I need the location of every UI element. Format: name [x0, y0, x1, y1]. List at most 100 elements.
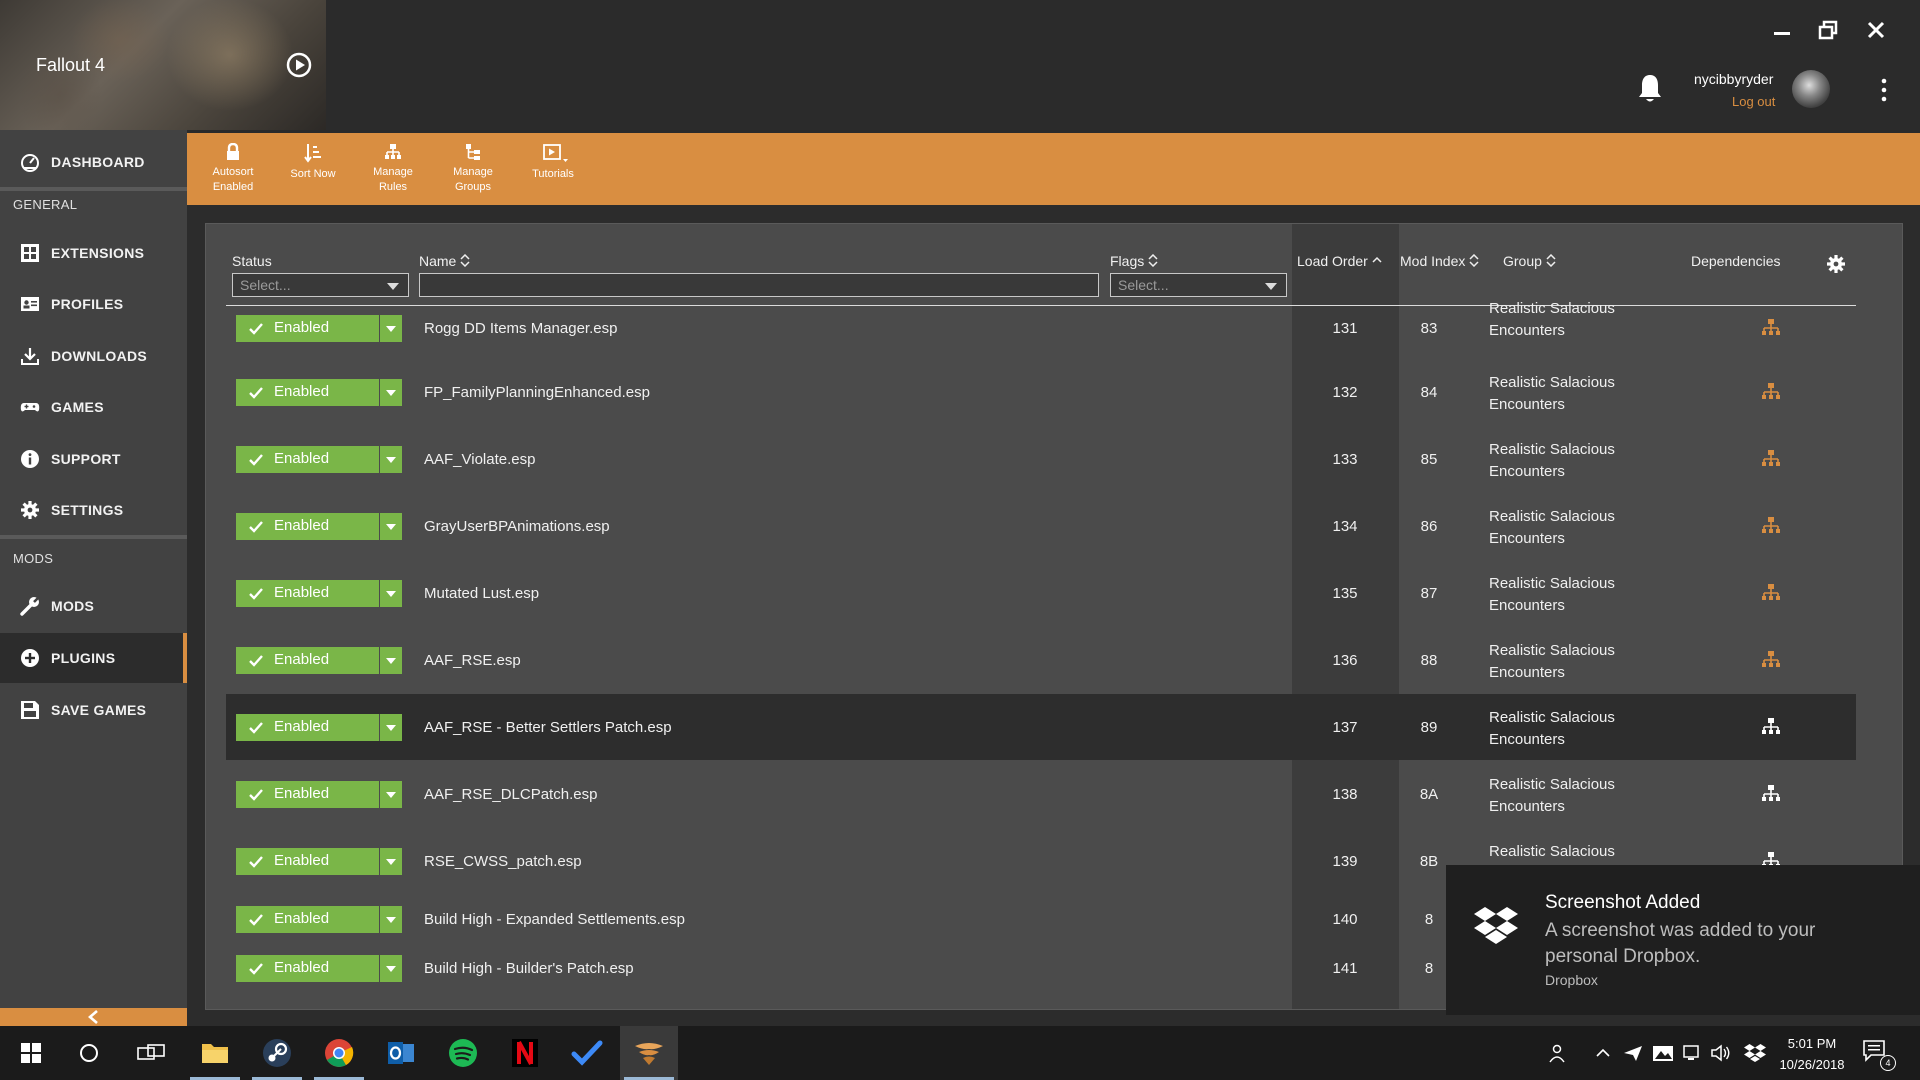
taskbar-file-explorer[interactable]	[186, 1026, 244, 1080]
start-button[interactable]	[2, 1026, 60, 1080]
col-name[interactable]: Name	[419, 253, 470, 269]
nav-mods[interactable]: MODS	[0, 581, 187, 631]
avatar[interactable]	[1792, 70, 1830, 108]
dropbox-notification[interactable]: Screenshot Added A screenshot was added …	[1446, 865, 1920, 1015]
network-icon[interactable]	[1682, 1043, 1704, 1063]
plugin-group[interactable]: Realistic Salacious Encounters	[1489, 439, 1639, 483]
name-filter-input[interactable]	[419, 273, 1099, 297]
photo-app-icon[interactable]	[1652, 1043, 1674, 1063]
nav-extensions[interactable]: EXTENSIONS	[0, 228, 187, 278]
plugin-group[interactable]: Realistic Salacious Encounters	[1489, 573, 1639, 617]
dependencies-icon[interactable]	[1761, 717, 1781, 737]
sort-now-button[interactable]: Sort Now	[277, 139, 349, 182]
status-toggle-main[interactable]: Enabled	[236, 379, 379, 406]
cortana-button[interactable]	[60, 1026, 118, 1080]
status-toggle-main[interactable]: Enabled	[236, 714, 379, 741]
table-row[interactable]: Enabled AAF_RSE.esp 136 88 Realistic Salacio…	[226, 627, 1856, 693]
dependencies-icon[interactable]	[1761, 318, 1781, 338]
minimize-icon[interactable]	[1768, 16, 1796, 44]
status-toggle-main[interactable]: Enabled	[236, 315, 379, 342]
people-icon[interactable]	[1548, 1043, 1570, 1063]
status-toggle-main[interactable]: Enabled	[236, 513, 379, 540]
task-view-button[interactable]	[122, 1026, 180, 1080]
status-filter-select[interactable]: Select...	[232, 273, 409, 297]
status-toggle-main[interactable]: Enabled	[236, 955, 379, 982]
dependencies-icon[interactable]	[1761, 382, 1781, 402]
taskbar-steam[interactable]	[248, 1026, 306, 1080]
taskbar-spotify[interactable]	[434, 1026, 492, 1080]
manage-groups-button[interactable]: Manage Groups	[437, 139, 509, 195]
table-row[interactable]: Enabled GrayUserBPAnimations.esp 134 86 Real…	[226, 493, 1856, 559]
col-flags[interactable]: Flags	[1110, 253, 1158, 269]
taskbar-netflix[interactable]	[496, 1026, 554, 1080]
status-toggle[interactable]: Enabled	[236, 446, 402, 473]
col-load-order[interactable]: Load Order	[1297, 253, 1382, 269]
table-row[interactable]: Enabled AAF_RSE - Better Settlers Patch.e…	[226, 694, 1856, 760]
status-toggle[interactable]: Enabled	[236, 315, 402, 342]
volume-icon[interactable]	[1710, 1043, 1732, 1063]
chevron-up-icon[interactable]	[1592, 1043, 1614, 1063]
table-row[interactable]: Enabled AAF_Violate.esp 133 85 Realistic Sal…	[226, 426, 1856, 492]
sidebar-collapse-button[interactable]	[0, 1008, 187, 1026]
bell-icon[interactable]	[1636, 72, 1664, 104]
status-dropdown-chevron-down-icon[interactable]	[379, 513, 402, 540]
status-dropdown-chevron-down-icon[interactable]	[379, 781, 402, 808]
status-toggle-main[interactable]: Enabled	[236, 446, 379, 473]
status-toggle[interactable]: Enabled	[236, 714, 402, 741]
play-icon[interactable]	[286, 52, 312, 78]
manage-rules-button[interactable]: Manage Rules	[357, 139, 429, 195]
logout-link[interactable]: Log out	[1732, 94, 1775, 109]
table-settings-icon[interactable]	[1826, 254, 1846, 274]
airplane-icon[interactable]	[1622, 1043, 1644, 1063]
nav-support[interactable]: SUPPORT	[0, 434, 187, 484]
autosort-button[interactable]: Autosort Enabled	[197, 139, 269, 195]
flags-filter-select[interactable]: Select...	[1110, 273, 1287, 297]
status-toggle[interactable]: Enabled	[236, 781, 402, 808]
status-toggle[interactable]: Enabled	[236, 580, 402, 607]
action-center-button[interactable]: 4	[1862, 1039, 1898, 1071]
table-row[interactable]: Enabled Mutated Lust.esp 135 87 Realistic Sa…	[226, 560, 1856, 626]
restore-icon[interactable]	[1815, 16, 1843, 44]
status-toggle[interactable]: Enabled	[236, 848, 402, 875]
col-mod-index[interactable]: Mod Index	[1400, 253, 1479, 269]
status-dropdown-chevron-down-icon[interactable]	[379, 714, 402, 741]
dependencies-icon[interactable]	[1761, 784, 1781, 804]
status-dropdown-chevron-down-icon[interactable]	[379, 315, 402, 342]
status-dropdown-chevron-down-icon[interactable]	[379, 848, 402, 875]
plugin-group[interactable]: Realistic Salacious Encounters	[1489, 506, 1639, 550]
dependencies-icon[interactable]	[1761, 516, 1781, 536]
plugin-group[interactable]: Realistic Salacious Encounters	[1489, 298, 1639, 342]
status-dropdown-chevron-down-icon[interactable]	[379, 647, 402, 674]
taskbar-outlook[interactable]	[372, 1026, 430, 1080]
table-row[interactable]: Enabled AAF_RSE_DLCPatch.esp 138 8A Realisti…	[226, 761, 1856, 827]
nav-settings[interactable]: SETTINGS	[0, 485, 187, 535]
plugin-group[interactable]: Realistic Salacious Encounters	[1489, 707, 1639, 751]
plugin-group[interactable]: Realistic Salacious Encounters	[1489, 774, 1639, 818]
status-dropdown-chevron-down-icon[interactable]	[379, 906, 402, 933]
nav-plugins[interactable]: PLUGINS	[0, 633, 187, 683]
status-toggle-main[interactable]: Enabled	[236, 906, 379, 933]
status-toggle-main[interactable]: Enabled	[236, 781, 379, 808]
dependencies-icon[interactable]	[1761, 650, 1781, 670]
status-dropdown-chevron-down-icon[interactable]	[379, 446, 402, 473]
status-toggle[interactable]: Enabled	[236, 513, 402, 540]
status-toggle-main[interactable]: Enabled	[236, 580, 379, 607]
plugin-group[interactable]: Realistic Salacious Encounters	[1489, 640, 1639, 684]
nav-save-games[interactable]: SAVE GAMES	[0, 685, 187, 735]
dependencies-icon[interactable]	[1761, 449, 1781, 469]
table-row[interactable]: Enabled FP_FamilyPlanningEnhanced.esp 132 8…	[226, 359, 1856, 425]
dependencies-icon[interactable]	[1761, 583, 1781, 603]
nav-profiles[interactable]: PROFILES	[0, 279, 187, 329]
taskbar-vortex[interactable]	[620, 1026, 678, 1080]
plugin-group[interactable]: Realistic Salacious Encounters	[1489, 372, 1639, 416]
status-toggle[interactable]: Enabled	[236, 955, 402, 982]
col-group[interactable]: Group	[1503, 253, 1556, 269]
nav-downloads[interactable]: DOWNLOADS	[0, 331, 187, 381]
taskbar-todo[interactable]	[558, 1026, 616, 1080]
clock-time[interactable]: 5:01 PM	[1780, 1036, 1844, 1051]
nav-dashboard[interactable]: DASHBOARD	[0, 137, 187, 187]
more-options-icon[interactable]	[1876, 76, 1892, 104]
status-toggle[interactable]: Enabled	[236, 379, 402, 406]
tutorials-button[interactable]: Tutorials	[517, 139, 589, 182]
status-toggle[interactable]: Enabled	[236, 647, 402, 674]
